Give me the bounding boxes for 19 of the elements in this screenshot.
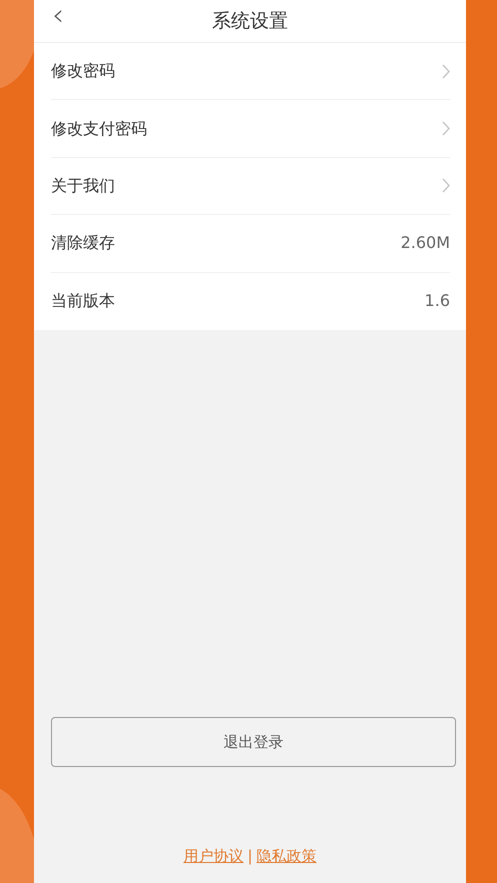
page-title: 系统设置 [212,8,288,34]
chevron-right-icon [442,64,450,79]
item-label: 修改支付密码 [51,118,147,140]
item-label: 清除缓存 [51,232,115,254]
separator: | [247,846,253,866]
chevron-right-icon [442,121,450,136]
settings-item[interactable]: 清除缓存 2.60M [51,215,450,273]
chevron-right-icon [442,178,450,194]
settings-item[interactable]: 关于我们 [51,158,450,216]
settings-item[interactable]: 修改密码 [51,43,450,100]
back-button[interactable]: ‹ [52,0,64,32]
item-value: 2.60M [400,232,450,254]
item-label: 关于我们 [51,174,115,197]
logout-button[interactable]: 退出登录 [51,717,456,767]
item-label: 当前版本 [51,290,115,312]
item-label: 修改密码 [51,60,115,82]
settings-item[interactable]: 修改支付密码 [51,100,450,158]
settings-item[interactable]: 当前版本 1.6 [51,272,450,330]
item-value: 1.6 [424,290,450,312]
